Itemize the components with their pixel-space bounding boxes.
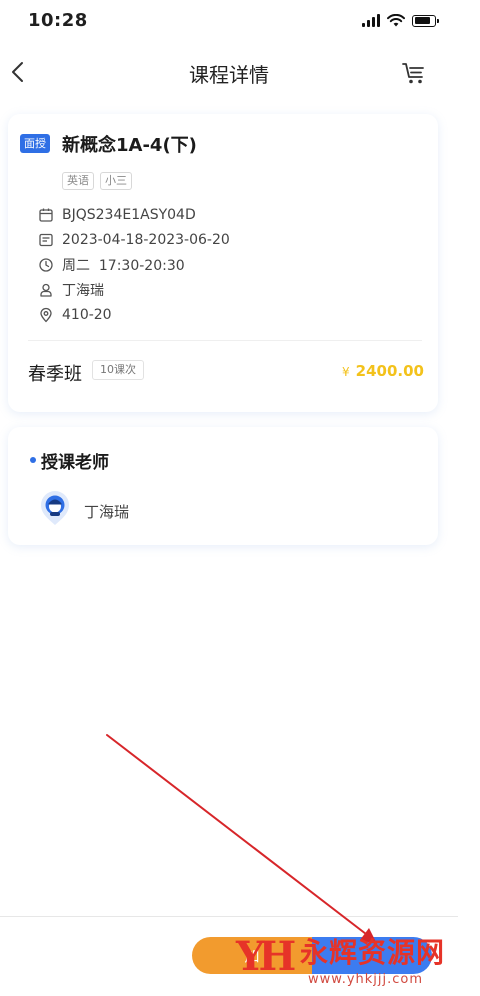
course-card: 面授 新概念1A-4(下) 英语 小三 BJQS234E1ASY04D 2023… [8, 114, 438, 412]
date-range-row: 2023-04-18-2023-06-20 [38, 227, 230, 252]
class-name: 春季班 [28, 364, 82, 385]
cellular-signal-icon [362, 14, 380, 27]
subject-tags: 英语 小三 [62, 172, 132, 190]
course-teacher: 丁海瑞 [62, 282, 104, 299]
lesson-count-badge: 10课次 [92, 360, 144, 380]
card-divider [28, 340, 422, 341]
price-value: 2400.00 [355, 362, 424, 380]
course-mode-tag: 面授 [20, 134, 50, 153]
nav-bar: 课程详情 [0, 50, 458, 94]
cart-icon[interactable] [400, 58, 428, 86]
location-row: 410-20 [38, 302, 230, 327]
course-title: 新概念1A-4(下) [62, 135, 197, 156]
clock-icon [39, 257, 53, 272]
status-time: 10:28 [28, 10, 88, 31]
teacher-name: 丁海瑞 [84, 503, 130, 521]
status-bar: 10:28 [0, 0, 458, 44]
teacher-card: 授课老师 丁海瑞 [8, 427, 438, 545]
course-schedule: 周二 17:30-20:30 [62, 257, 185, 274]
course-code: BJQS234E1ASY04D [62, 206, 196, 223]
course-price: ¥2400.00 [342, 362, 424, 380]
schedule-row: 周二 17:30-20:30 [38, 252, 230, 277]
watermark-url: www.yhkjjj.com [308, 972, 424, 987]
watermark-text: 永辉资源网 [300, 936, 446, 969]
wifi-icon [387, 14, 405, 27]
price-currency: ¥ [342, 365, 350, 379]
app-screen: 10:28 课程详情 面授 新概念1A-4(下) 英语 小三 BJQS234E1… [0, 0, 458, 996]
section-dot [30, 457, 36, 463]
grade-tag: 小三 [100, 172, 132, 190]
subject-tag: 英语 [62, 172, 94, 190]
watermark-logo: YH [236, 933, 296, 980]
teacher-avatar[interactable] [38, 491, 72, 527]
calendar-icon [39, 208, 53, 222]
watermark: YH 永辉资源网 www.yhkjjj.com [236, 934, 466, 992]
teacher-section-title: 授课老师 [41, 453, 109, 473]
status-icons [362, 14, 439, 27]
person-icon [40, 283, 52, 297]
battery-icon [412, 14, 439, 27]
course-info-list: BJQS234E1ASY04D 2023-04-18-2023-06-20 周二… [38, 202, 230, 327]
page-title: 课程详情 [189, 63, 269, 87]
date-range-icon [39, 233, 53, 246]
course-code-row: BJQS234E1ASY04D [38, 202, 230, 227]
course-date-range: 2023-04-18-2023-06-20 [62, 231, 230, 248]
location-pin-icon [40, 307, 52, 322]
teacher-row: 丁海瑞 [38, 277, 230, 302]
course-room: 410-20 [62, 306, 112, 323]
